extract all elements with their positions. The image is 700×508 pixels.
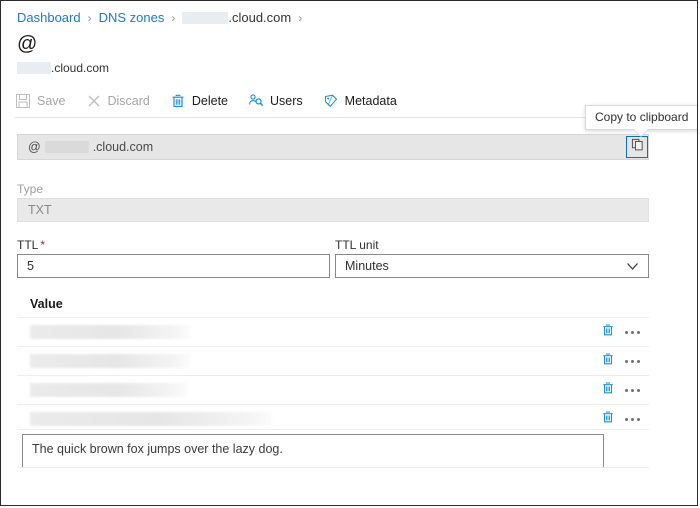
- delete-label: Delete: [191, 94, 229, 108]
- metadata-label: Metadata: [344, 94, 397, 108]
- delete-button[interactable]: Delete: [170, 93, 228, 109]
- dns-record-page: Dashboard › DNS zones › .cloud.com › @ .…: [0, 0, 698, 506]
- discard-button[interactable]: Discard: [86, 93, 150, 109]
- more-options-icon[interactable]: [624, 386, 641, 395]
- metadata-icon: [323, 93, 339, 109]
- table-row[interactable]: [17, 346, 649, 375]
- discard-icon: [86, 93, 102, 109]
- row-actions: [601, 347, 641, 375]
- value-section-bottom-divider: [17, 467, 649, 468]
- copy-tooltip: Copy to clipboard: [585, 105, 697, 137]
- value-redacted: [30, 354, 190, 368]
- users-icon: [248, 93, 264, 109]
- more-options-icon[interactable]: [624, 328, 641, 337]
- ttl-value: 5: [27, 259, 34, 273]
- value-redacted: [30, 325, 190, 339]
- chevron-down-icon: [626, 261, 639, 275]
- page-subtitle: .cloud.com: [17, 61, 109, 75]
- command-bar: Save Discard Delete Users Metadata: [15, 89, 417, 113]
- record-name-prefix: @: [28, 140, 41, 154]
- breadcrumb: Dashboard › DNS zones › .cloud.com ›: [17, 10, 309, 25]
- type-value: TXT: [28, 203, 52, 217]
- copy-icon: [631, 138, 644, 156]
- ttl-unit-select[interactable]: Minutes: [335, 254, 649, 278]
- record-name-suffix: .cloud.com: [92, 140, 154, 154]
- value-list-divider: [17, 429, 649, 430]
- value-redacted: [30, 412, 272, 426]
- record-name-redacted: [44, 141, 89, 153]
- delete-icon[interactable]: [601, 323, 615, 342]
- users-label: Users: [270, 94, 303, 108]
- breadcrumb-item-dns-zones[interactable]: DNS zones: [99, 10, 165, 25]
- type-label: Type: [17, 182, 44, 196]
- row-actions: [601, 318, 641, 346]
- delete-icon[interactable]: [601, 410, 615, 429]
- more-options-icon[interactable]: [624, 357, 641, 366]
- ttl-unit-value: Minutes: [345, 259, 389, 273]
- breadcrumb-separator: ›: [87, 10, 92, 25]
- value-redacted: [30, 383, 187, 397]
- delete-icon[interactable]: [601, 381, 615, 400]
- metadata-button[interactable]: Metadata: [323, 93, 397, 109]
- ttl-unit-label: TTL unit: [335, 238, 379, 252]
- subtitle-suffix: .cloud.com: [51, 61, 110, 75]
- more-options-icon[interactable]: [624, 415, 641, 424]
- discard-label: Discard: [107, 94, 150, 108]
- value-editor-textarea[interactable]: [22, 434, 604, 468]
- type-field: TXT: [17, 198, 649, 222]
- ttl-label-text: TTL: [17, 238, 39, 252]
- table-row[interactable]: [17, 375, 649, 404]
- copy-to-clipboard-button[interactable]: [626, 136, 648, 158]
- save-icon: [15, 93, 31, 109]
- breadcrumb-zone-redacted: [182, 11, 229, 24]
- users-button[interactable]: Users: [248, 93, 303, 109]
- row-actions: [601, 376, 641, 404]
- ttl-required-marker: *: [40, 238, 46, 252]
- ttl-input[interactable]: 5: [17, 254, 330, 278]
- breadcrumb-item-dashboard[interactable]: Dashboard: [17, 10, 81, 25]
- table-row[interactable]: [17, 317, 649, 346]
- subtitle-redacted: [17, 62, 51, 74]
- value-rows: [17, 317, 649, 433]
- breadcrumb-item-zone[interactable]: .cloud.com: [228, 10, 291, 25]
- record-name-field: @ .cloud.com: [17, 134, 649, 160]
- delete-icon[interactable]: [601, 352, 615, 371]
- delete-icon: [170, 93, 186, 109]
- ttl-label: TTL *: [17, 238, 45, 252]
- page-title: @: [17, 33, 38, 55]
- save-button[interactable]: Save: [15, 93, 66, 109]
- breadcrumb-separator: ›: [171, 10, 176, 25]
- save-label: Save: [37, 94, 66, 108]
- value-section-label: Value: [30, 297, 63, 311]
- breadcrumb-separator-trailing: ›: [298, 10, 303, 25]
- copy-tooltip-text: Copy to clipboard: [595, 110, 689, 124]
